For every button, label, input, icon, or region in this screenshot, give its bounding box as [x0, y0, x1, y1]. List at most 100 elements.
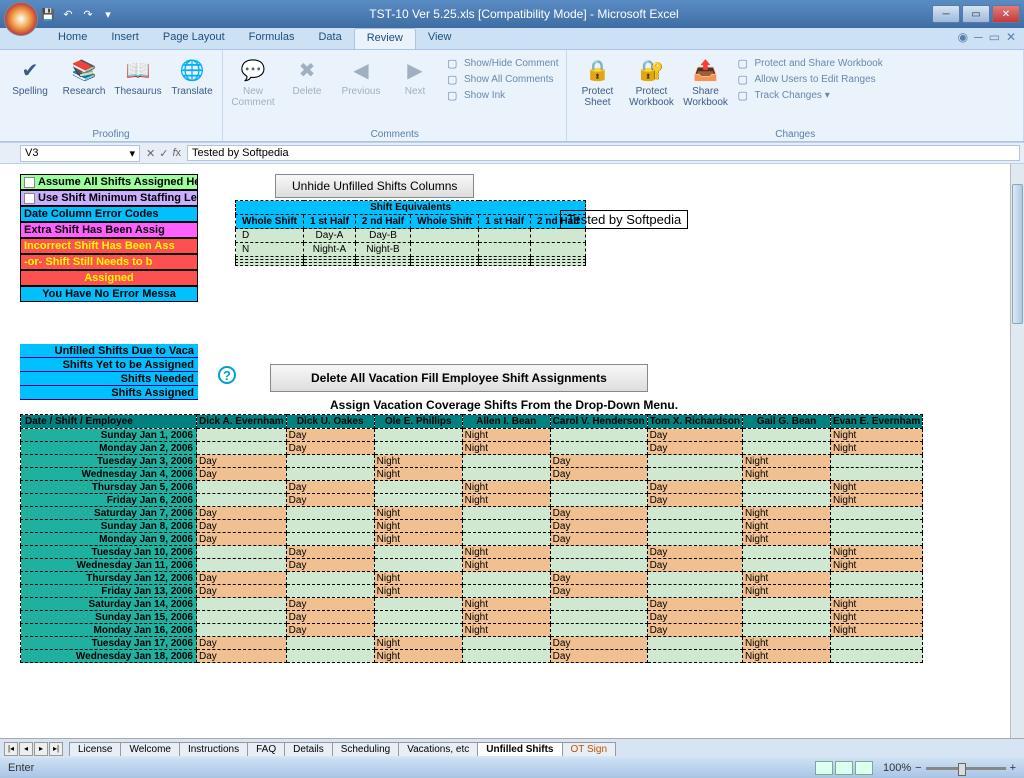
shift-cell[interactable]	[286, 468, 374, 481]
shift-cell[interactable]: Day	[286, 429, 374, 442]
zoom-slider[interactable]	[926, 767, 1006, 770]
shift-cell[interactable]	[197, 429, 287, 442]
shift-cell[interactable]: Night	[374, 468, 462, 481]
shift-cell[interactable]	[197, 494, 287, 507]
namebox-dropdown-icon[interactable]: ▾	[129, 147, 135, 160]
shift-cell[interactable]	[462, 572, 550, 585]
shift-cell[interactable]	[286, 455, 374, 468]
shift-cell[interactable]	[462, 585, 550, 598]
shift-cell[interactable]: Night	[742, 533, 830, 546]
translate-button[interactable]: 🌐Translate	[168, 52, 216, 99]
shift-cell[interactable]: Night	[374, 533, 462, 546]
shift-cell[interactable]: Night	[742, 650, 830, 663]
shift-cell[interactable]: Night	[462, 546, 550, 559]
shift-cell[interactable]: Night	[374, 520, 462, 533]
shift-cell[interactable]	[286, 507, 374, 520]
shift-cell[interactable]: Night	[742, 520, 830, 533]
shift-cell[interactable]	[742, 429, 830, 442]
shift-cell[interactable]: Night	[462, 481, 550, 494]
shift-cell[interactable]: Day	[550, 585, 647, 598]
shift-cell[interactable]	[197, 611, 287, 624]
shift-cell[interactable]	[830, 585, 922, 598]
shift-cell[interactable]	[462, 533, 550, 546]
shift-cell[interactable]: Day	[286, 611, 374, 624]
sheet-tab-ot-sign[interactable]: OT Sign	[562, 742, 617, 756]
sheet-tab-license[interactable]: License	[69, 742, 121, 756]
tab-first-icon[interactable]: |◂	[4, 742, 18, 756]
name-box[interactable]: V3▾	[20, 145, 140, 162]
shift-cell[interactable]: Night	[462, 442, 550, 455]
tab-next-icon[interactable]: ▸	[34, 742, 48, 756]
shift-cell[interactable]: Day	[550, 520, 647, 533]
shift-cell[interactable]: Day	[197, 572, 287, 585]
shift-cell[interactable]: Night	[742, 585, 830, 598]
shift-cell[interactable]: Day	[550, 637, 647, 650]
shift-cell[interactable]	[647, 637, 742, 650]
shift-cell[interactable]	[550, 559, 647, 572]
shift-cell[interactable]	[374, 611, 462, 624]
shift-cell[interactable]	[550, 598, 647, 611]
shift-cell[interactable]	[286, 637, 374, 650]
shift-cell[interactable]: Day	[647, 546, 742, 559]
shift-cell[interactable]	[742, 611, 830, 624]
shift-cell[interactable]	[197, 598, 287, 611]
close-button[interactable]: ✕	[992, 5, 1020, 23]
shift-cell[interactable]: Night	[830, 429, 922, 442]
shift-cell[interactable]: Day	[197, 585, 287, 598]
shift-cell[interactable]: Night	[374, 507, 462, 520]
help-icon[interactable]: ◉	[958, 30, 968, 44]
sheet-tab-instructions[interactable]: Instructions	[179, 742, 248, 756]
tab-last-icon[interactable]: ▸|	[49, 742, 63, 756]
shift-cell[interactable]	[830, 650, 922, 663]
shift-cell[interactable]	[742, 494, 830, 507]
allow-users-to-edit-ranges-link[interactable]: ▢Allow Users to Edit Ranges	[735, 72, 884, 87]
ribbon-tab-formulas[interactable]: Formulas	[237, 28, 307, 49]
shift-cell[interactable]: Night	[462, 429, 550, 442]
checkbox[interactable]	[24, 193, 35, 204]
shift-cell[interactable]	[286, 650, 374, 663]
shift-cell[interactable]	[286, 585, 374, 598]
cancel-icon[interactable]: ✕	[146, 147, 155, 160]
shift-cell[interactable]: Night	[830, 598, 922, 611]
shift-cell[interactable]	[374, 559, 462, 572]
shift-cell[interactable]	[830, 468, 922, 481]
sheet-tab-welcome[interactable]: Welcome	[120, 742, 180, 756]
shift-cell[interactable]	[550, 624, 647, 637]
shift-cell[interactable]: Day	[286, 624, 374, 637]
shift-cell[interactable]	[742, 559, 830, 572]
checkbox[interactable]	[24, 177, 35, 188]
unhide-columns-button[interactable]: Unhide Unfilled Shifts Columns	[275, 174, 474, 198]
normal-view-icon[interactable]	[815, 761, 833, 775]
shift-cell[interactable]	[550, 429, 647, 442]
shift-cell[interactable]	[286, 572, 374, 585]
shift-cell[interactable]: Night	[374, 455, 462, 468]
shift-cell[interactable]	[374, 442, 462, 455]
shift-cell[interactable]	[374, 624, 462, 637]
shift-cell[interactable]	[197, 559, 287, 572]
shift-cell[interactable]	[374, 429, 462, 442]
doc-close-icon[interactable]: ✕	[1006, 30, 1016, 44]
doc-minimize-icon[interactable]: ─	[974, 30, 983, 44]
shift-cell[interactable]	[286, 520, 374, 533]
shift-cell[interactable]	[830, 520, 922, 533]
qat-dropdown-icon[interactable]: ▾	[100, 6, 116, 22]
sheet-tab-scheduling[interactable]: Scheduling	[332, 742, 399, 756]
shift-cell[interactable]: Night	[830, 611, 922, 624]
shift-cell[interactable]: Day	[286, 494, 374, 507]
zoom-in-icon[interactable]: +	[1010, 762, 1016, 774]
fx-icon[interactable]: fx	[172, 147, 181, 160]
undo-icon[interactable]: ↶	[60, 6, 76, 22]
page-break-view-icon[interactable]	[855, 761, 873, 775]
sheet-tab-vacations-etc[interactable]: Vacations, etc	[398, 742, 478, 756]
shift-cell[interactable]	[742, 598, 830, 611]
shift-cell[interactable]	[462, 650, 550, 663]
shift-cell[interactable]	[286, 533, 374, 546]
shift-cell[interactable]	[550, 442, 647, 455]
tab-prev-icon[interactable]: ◂	[19, 742, 33, 756]
schedule-grid[interactable]: Date / Shift / EmployeeDick A. EvernhamD…	[20, 414, 923, 663]
ribbon-tab-view[interactable]: View	[416, 28, 464, 49]
shift-cell[interactable]: Night	[830, 442, 922, 455]
shift-cell[interactable]	[742, 442, 830, 455]
shift-cell[interactable]: Day	[550, 507, 647, 520]
help-circle-icon[interactable]: ?	[218, 366, 236, 384]
